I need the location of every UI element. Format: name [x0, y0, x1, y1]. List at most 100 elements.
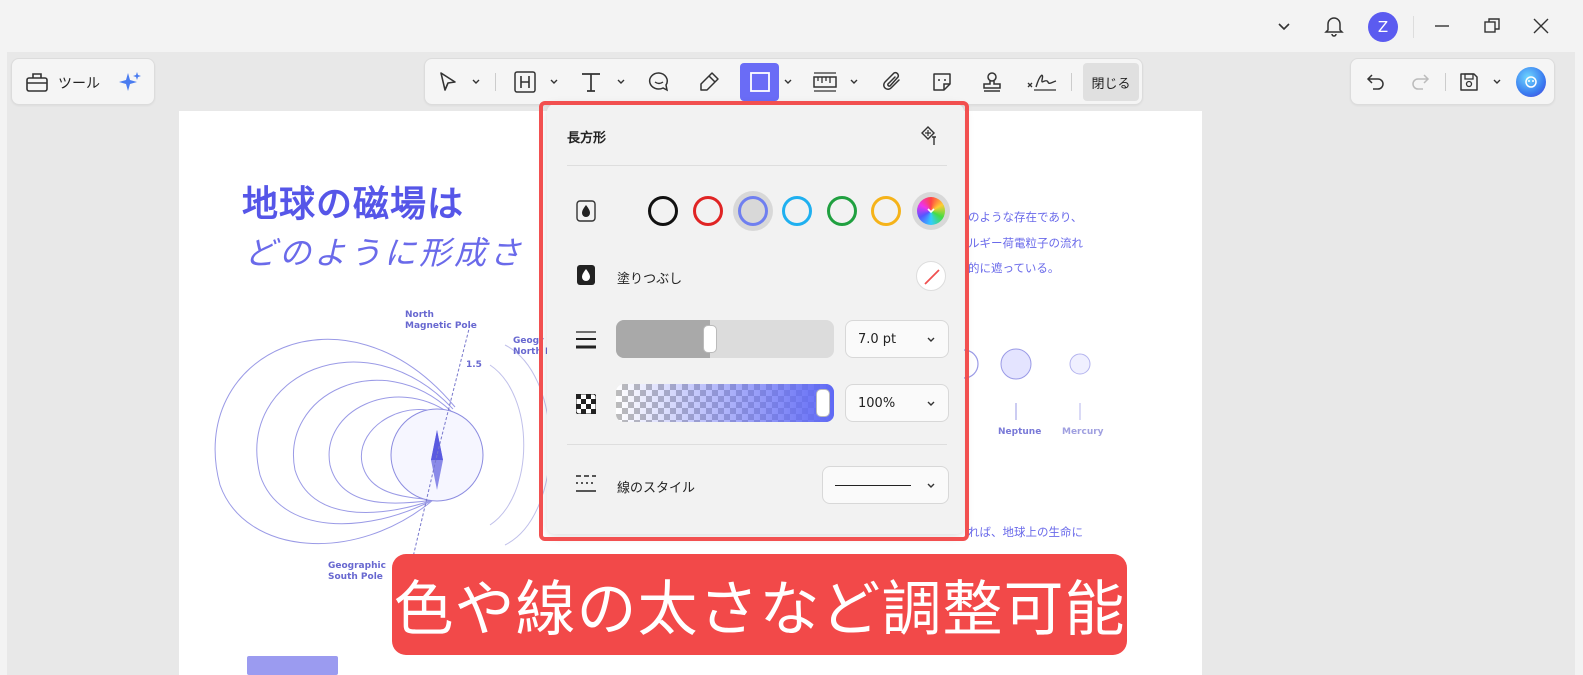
- chevron-down-icon: [927, 401, 935, 406]
- color-swatch-cyan[interactable]: [782, 196, 812, 226]
- panel-divider: [567, 165, 947, 166]
- fill-color-icon: [575, 264, 597, 286]
- label-line: South Pole: [328, 572, 383, 582]
- close-window-icon[interactable]: [1525, 10, 1557, 42]
- color-swatch-black[interactable]: [648, 196, 678, 226]
- bell-icon[interactable]: [1318, 10, 1350, 42]
- right-tool-group: [1350, 58, 1555, 105]
- chevron-down-icon[interactable]: [471, 77, 481, 87]
- toolbox-icon[interactable]: [24, 69, 50, 95]
- angle-label: 1.5: [466, 360, 482, 370]
- toolbar-divider: [495, 73, 496, 91]
- label-line: Geographic: [328, 561, 386, 571]
- document-paragraph-line: 的に遮っている。: [968, 261, 1060, 275]
- line-style-label: 線のスタイル: [617, 481, 696, 496]
- avatar[interactable]: Z: [1368, 12, 1398, 42]
- fill-label: 塗りつぶし: [617, 272, 683, 287]
- no-fill-swatch[interactable]: [916, 261, 946, 291]
- stroke-color-icon: [575, 200, 597, 222]
- no-fill-icon: [924, 269, 940, 285]
- opacity-slider[interactable]: [616, 384, 834, 422]
- save-icon[interactable]: [1456, 69, 1482, 95]
- chevron-down-icon[interactable]: [783, 77, 793, 87]
- annotation-toolbar: 閉じる: [424, 58, 1143, 105]
- sticker-icon[interactable]: [929, 69, 955, 95]
- chevron-down-icon[interactable]: [1268, 10, 1300, 42]
- thickness-value: 7.0 pt: [858, 331, 897, 347]
- north-magnetic-pole-label: North Magnetic Pole: [405, 310, 477, 332]
- select-arrow-icon[interactable]: [435, 69, 461, 95]
- rectangle-properties-panel: 長方形 塗りつぶし 7.0 pt 100% 線のスタイル: [547, 104, 964, 534]
- rectangle-tool-button[interactable]: [740, 63, 779, 101]
- planet-label-neptune: Neptune: [998, 427, 1042, 437]
- pin-icon[interactable]: [917, 122, 943, 148]
- highlighter-icon[interactable]: [696, 69, 722, 95]
- line-style-dropdown[interactable]: [822, 466, 949, 504]
- chevron-down-icon[interactable]: [549, 77, 559, 87]
- toolbar-divider: [1071, 73, 1072, 91]
- signature-icon[interactable]: [1026, 69, 1058, 95]
- heading-icon[interactable]: [512, 69, 538, 95]
- minimize-icon[interactable]: [1426, 10, 1458, 42]
- close-toolbar-button[interactable]: 閉じる: [1083, 63, 1139, 101]
- paperclip-icon[interactable]: [880, 69, 906, 95]
- chevron-down-icon: [927, 483, 935, 488]
- chevron-down-icon[interactable]: [1492, 77, 1502, 87]
- planet-label-mercury: Mercury: [1062, 427, 1104, 437]
- color-swatch-red[interactable]: [693, 196, 723, 226]
- color-swatch-periwinkle[interactable]: [738, 196, 768, 226]
- opacity-icon: [575, 393, 597, 415]
- document-heading: 地球の磁場は: [242, 184, 465, 225]
- thickness-slider-fill: [616, 320, 710, 358]
- thickness-slider[interactable]: [616, 320, 834, 358]
- restore-icon[interactable]: [1476, 10, 1508, 42]
- left-tool-group: ツール: [11, 58, 155, 105]
- label-line: North: [405, 310, 434, 320]
- caption-banner: 色や線の太さなど調整可能: [392, 554, 1127, 655]
- ai-assistant-icon[interactable]: [1516, 67, 1546, 97]
- toolbar-divider: [1445, 73, 1446, 91]
- document-paragraph-line: れば、地球上の生命に: [968, 525, 1083, 539]
- spectrum-icon: [917, 197, 945, 225]
- color-swatch-green[interactable]: [827, 196, 857, 226]
- color-swatch-yellow[interactable]: [871, 196, 901, 226]
- opacity-slider-thumb[interactable]: [816, 389, 830, 417]
- line-thickness-icon: [575, 329, 597, 351]
- thickness-dropdown[interactable]: 7.0 pt: [845, 320, 949, 358]
- opacity-dropdown[interactable]: 100%: [845, 384, 949, 422]
- section-tag: [247, 656, 338, 675]
- opacity-slider-fill: [616, 384, 834, 422]
- redo-icon[interactable]: [1407, 69, 1433, 95]
- thickness-slider-thumb[interactable]: [702, 325, 717, 353]
- geographic-north-pole-label: Geogr North P: [513, 336, 552, 358]
- document-paragraph-line: のような存在であり、: [968, 210, 1083, 224]
- title-bar: Z: [0, 0, 1583, 52]
- document-paragraph-line: ルギー荷電粒子の流れ: [968, 236, 1083, 250]
- chevron-down-icon[interactable]: [849, 77, 859, 87]
- titlebar-divider: [1413, 16, 1414, 38]
- document-subheading: どのように形成さ: [244, 234, 525, 272]
- solid-line-preview: [835, 484, 911, 486]
- comment-icon[interactable]: [646, 69, 672, 95]
- chevron-down-icon: [927, 337, 935, 342]
- panel-divider: [567, 444, 947, 445]
- ai-sparkle-icon[interactable]: [116, 69, 144, 97]
- rectangle-icon: [749, 72, 770, 92]
- color-picker-spectrum[interactable]: [912, 192, 950, 230]
- magnetic-field-diagram: [214, 324, 551, 571]
- avatar-letter: Z: [1377, 18, 1389, 36]
- label-line: North P: [513, 347, 552, 357]
- opacity-value: 100%: [858, 395, 896, 411]
- stamp-icon[interactable]: [979, 69, 1005, 95]
- geographic-south-pole-label: Geographic South Pole: [328, 561, 386, 583]
- text-icon[interactable]: [578, 69, 604, 95]
- chevron-down-icon[interactable]: [616, 77, 626, 87]
- label-line: Geogr: [513, 336, 544, 346]
- undo-icon[interactable]: [1363, 69, 1389, 95]
- label-line: Magnetic Pole: [405, 321, 477, 331]
- measure-icon[interactable]: [811, 69, 839, 95]
- line-style-icon: [575, 473, 597, 495]
- planet-circles: [963, 348, 1091, 420]
- tools-label[interactable]: ツール: [58, 73, 100, 93]
- panel-title: 長方形: [567, 131, 607, 146]
